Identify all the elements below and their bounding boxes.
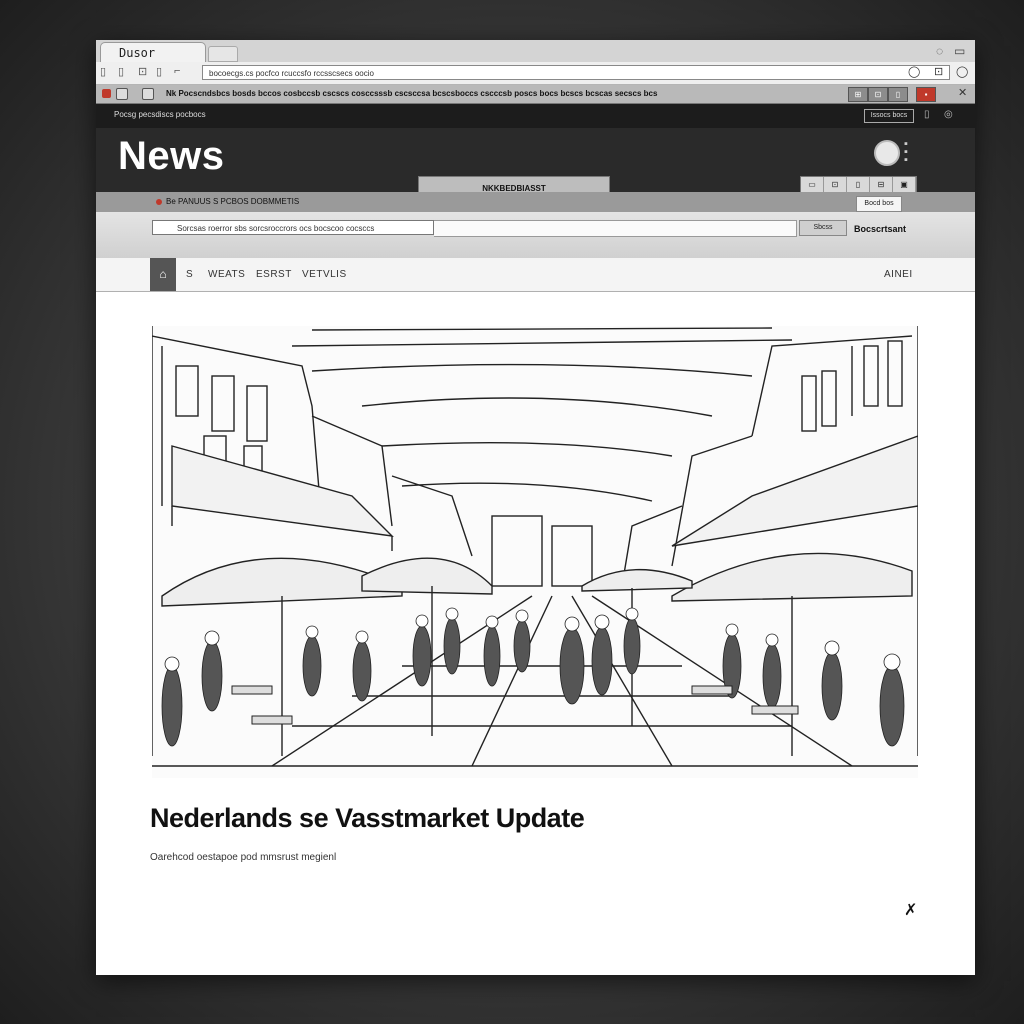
search-input[interactable]: Sorcsas roerror sbs sorcsroccrors ocs bo… bbox=[152, 220, 434, 235]
search-button[interactable]: Sbcss bbox=[799, 220, 847, 236]
bookmark-page-icon[interactable] bbox=[142, 88, 154, 100]
bookmark-icon[interactable]: ⌐ bbox=[174, 65, 180, 77]
maximize-icon[interactable]: ▭ bbox=[954, 44, 965, 58]
close-icon[interactable]: ✗ bbox=[904, 900, 917, 920]
nav-home-icon[interactable]: ⌂ bbox=[150, 258, 176, 291]
toolbar-page-icon[interactable]: ▯ bbox=[888, 87, 908, 102]
bookmarks-list[interactable]: Nk Pocscndsbcs bosds bccos cosbccsb cscs… bbox=[166, 88, 766, 100]
forward-icon[interactable]: ▯ bbox=[118, 65, 124, 78]
back-icon[interactable]: ▯ bbox=[100, 65, 106, 78]
nav-item-right[interactable]: AINEI bbox=[884, 269, 913, 280]
view-tool-3-icon[interactable]: ▯ bbox=[847, 177, 870, 193]
notification-text[interactable]: Be PANUUS S PCBOS DOBMMETIS bbox=[166, 197, 299, 206]
nav-item-esrst[interactable]: ESRST bbox=[256, 269, 292, 280]
utility-text[interactable]: Pocsg pecsdiscs pocbocs bbox=[114, 110, 206, 119]
view-tool-4-icon[interactable]: ⊟ bbox=[870, 177, 893, 193]
url-bar[interactable]: bocoecgs.cs pocfco rcuccsfo rccsscsecs o… bbox=[202, 65, 950, 80]
alert-dot-icon bbox=[156, 199, 162, 205]
reload-icon[interactable]: ⊡ bbox=[138, 65, 147, 78]
view-tool-1-icon[interactable]: ▭ bbox=[801, 177, 824, 193]
extension-icon[interactable]: ⊡ bbox=[934, 65, 943, 78]
sign-in-button[interactable]: Issocs bocs bbox=[864, 109, 914, 123]
tab-bar: Dusor ◌ ▭ bbox=[96, 40, 975, 63]
site-utility-bar: Pocsg pecsdiscs pocbocs Issocs bocs ▯ ◎ bbox=[96, 104, 975, 128]
bookmark-favicon-icon[interactable] bbox=[102, 89, 111, 98]
toolbar-record-icon[interactable]: ▪ bbox=[916, 87, 936, 102]
nav-item-weats[interactable]: WEATS bbox=[208, 269, 245, 280]
article-image bbox=[152, 326, 918, 778]
nav-item-s[interactable]: S bbox=[186, 269, 193, 280]
refresh-icon[interactable]: ◯ bbox=[908, 65, 920, 78]
minimize-icon[interactable]: ◌ bbox=[936, 44, 943, 58]
bookmarks-bar: Nk Pocscndsbcs bosds bccos cosbccsb cscs… bbox=[96, 85, 975, 104]
article-headline[interactable]: Nederlands se Vasstmarket Update bbox=[150, 803, 585, 834]
section-nav: ⌂ S WEATS ESRST VETVLIS AINEI bbox=[96, 258, 975, 292]
tooltip: Bocd bos bbox=[856, 196, 902, 212]
bookmark-folder-icon[interactable] bbox=[116, 88, 128, 100]
globe-icon[interactable] bbox=[874, 140, 900, 166]
view-tool-5-icon[interactable]: ▣ bbox=[893, 177, 916, 193]
view-tool-2-icon[interactable]: ⊡ bbox=[824, 177, 847, 193]
site-logo[interactable]: News bbox=[118, 134, 225, 179]
bookmarks-close-icon[interactable]: ✕ bbox=[958, 86, 967, 99]
article-subline: Oarehcod oestapoe pod mmsrust megienl bbox=[150, 852, 337, 863]
search-extended-field[interactable] bbox=[434, 220, 797, 237]
address-toolbar: ▯ ▯ ⊡ ▯ ⌐ bocoecgs.cs pocfco rcuccsfo rc… bbox=[96, 62, 975, 85]
new-tab-button[interactable] bbox=[208, 46, 238, 62]
browser-tab[interactable]: Dusor bbox=[100, 42, 206, 62]
hamburger-menu-icon[interactable]: ▪ ▪ ▪ bbox=[904, 139, 908, 166]
toolbar-copy-icon[interactable]: ⊡ bbox=[868, 87, 888, 102]
home-icon[interactable]: ▯ bbox=[156, 65, 162, 78]
notification-bar: Be PANUUS S PCBOS DOBMMETIS bbox=[96, 192, 975, 212]
site-masthead: News ▪ ▪ ▪ NKKBEDBIASST ▭ ⊡ ▯ ⊟ ▣ bbox=[96, 128, 975, 202]
browser-window: Dusor ◌ ▭ ▯ ▯ ⊡ ▯ ⌐ bocoecgs.cs pocfco r… bbox=[96, 40, 975, 975]
toolbar-grid-icon[interactable]: ⊞ bbox=[848, 87, 868, 102]
account-icon[interactable]: ▯ bbox=[924, 109, 930, 120]
search-band: ⊂ Sorcsas roerror sbs sorcsroccrors ocs … bbox=[96, 212, 975, 259]
search-side-label[interactable]: Bocscrtsant bbox=[854, 224, 906, 234]
settings-icon[interactable]: ◯ bbox=[956, 65, 968, 78]
nav-item-vetvlis[interactable]: VETVLIS bbox=[302, 269, 347, 280]
help-icon[interactable]: ◎ bbox=[944, 109, 953, 120]
